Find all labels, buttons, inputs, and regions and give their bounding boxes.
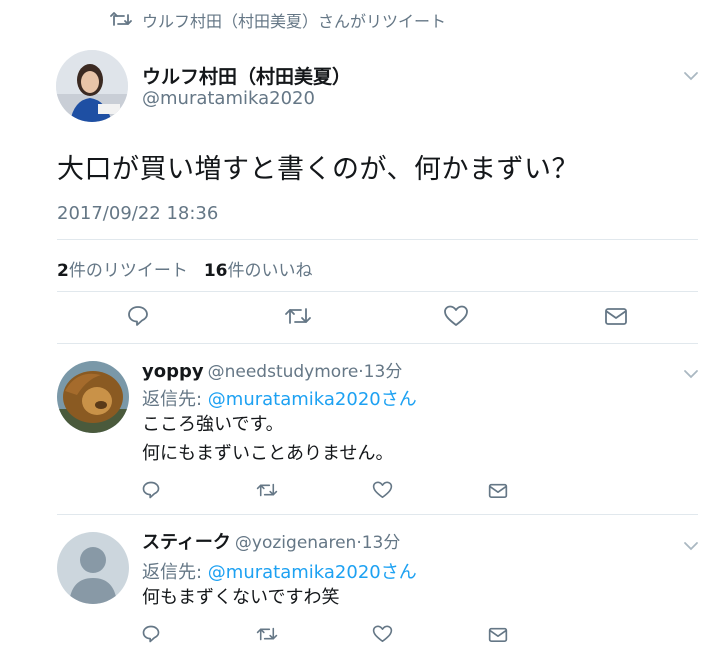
reply-button[interactable] xyxy=(139,478,163,502)
dm-icon xyxy=(488,627,508,642)
reply-button[interactable] xyxy=(124,302,152,330)
reply-text-line: こころ強いです。 xyxy=(142,414,284,435)
like-count-label: 件のいいね xyxy=(227,261,313,281)
reply-action-bar xyxy=(0,478,722,508)
retweet-context-text: ウルフ村田（村田美夏）さんがリツイート xyxy=(142,12,447,31)
dm-button[interactable] xyxy=(486,622,510,646)
reply-to-line: 返信先: @muratamika2020さん xyxy=(142,558,417,584)
reply-to-label: 返信先: xyxy=(142,389,208,410)
reply-icon xyxy=(142,481,160,499)
retweet-context: ウルフ村田（村田美夏）さんがリツイート xyxy=(110,8,446,32)
retweet-button[interactable] xyxy=(283,302,313,330)
reply-author-name[interactable]: yoppy xyxy=(142,361,204,382)
author-handle[interactable]: @muratamika2020 xyxy=(142,88,315,109)
reply-text-line: 何にもまずいことありません。 xyxy=(142,443,394,464)
reply-button[interactable] xyxy=(139,622,163,646)
chevron-down-icon[interactable] xyxy=(683,364,699,383)
avatar[interactable] xyxy=(56,50,128,122)
retweet-icon xyxy=(256,627,278,641)
reply-author-handle[interactable]: @needstudymore xyxy=(208,362,359,382)
reply-action-bar xyxy=(0,622,722,652)
like-button[interactable] xyxy=(442,302,470,330)
reply-icon xyxy=(142,625,160,643)
divider xyxy=(57,343,698,344)
tweet-timestamp[interactable]: 2017/09/22 18:36 xyxy=(57,203,218,224)
retweet-button[interactable] xyxy=(254,478,280,502)
retweet-icon xyxy=(285,308,311,324)
reply-to-mention[interactable]: @muratamika2020さん xyxy=(208,389,417,410)
retweet-icon xyxy=(110,12,132,28)
reply-to-line: 返信先: @muratamika2020さん xyxy=(142,385,417,411)
divider xyxy=(57,291,698,292)
author-name[interactable]: ウルフ村田（村田美夏） xyxy=(142,62,351,89)
retweet-icon xyxy=(256,483,278,497)
reply-icon xyxy=(128,306,148,326)
divider xyxy=(57,239,698,240)
reply-header: スティーク @yozigenaren·13分 xyxy=(142,528,400,554)
reply-to-label: 返信先: xyxy=(142,562,208,583)
dm-icon xyxy=(605,308,627,325)
reply-author-handle[interactable]: @yozigenaren xyxy=(235,533,356,553)
reply-to-mention[interactable]: @muratamika2020さん xyxy=(208,562,417,583)
like-button[interactable] xyxy=(370,478,394,502)
like-icon xyxy=(372,481,392,499)
retweet-count: 2 xyxy=(57,261,69,281)
dm-icon xyxy=(488,483,508,498)
retweet-button[interactable] xyxy=(254,622,280,646)
divider xyxy=(57,514,698,515)
tweet-stats: 2件のリツイート 16件のいいね xyxy=(57,256,313,281)
like-stat[interactable]: 16件のいいね xyxy=(204,256,313,281)
reply-author-name[interactable]: スティーク xyxy=(142,532,231,553)
dm-button[interactable] xyxy=(486,478,510,502)
reply-text-line: 何もまずくないですわ笑 xyxy=(142,587,340,608)
retweet-count-label: 件のリツイート xyxy=(68,261,188,281)
reply-text: こころ強いです。 何にもまずいことありません。 xyxy=(142,410,393,468)
like-count: 16 xyxy=(203,261,228,281)
like-icon xyxy=(372,625,392,643)
tweet-text: 大口が買い増すと書くのが、何かまずい？ xyxy=(57,154,579,185)
main-action-bar xyxy=(0,302,722,332)
chevron-down-icon[interactable] xyxy=(683,66,699,85)
retweet-stat[interactable]: 2件のリツイート xyxy=(57,256,188,281)
reply-header: yoppy @needstudymore·13分 xyxy=(142,357,402,382)
like-button[interactable] xyxy=(370,622,394,646)
avatar[interactable] xyxy=(57,532,129,604)
avatar[interactable] xyxy=(57,361,129,433)
reply-time[interactable]: ·13分 xyxy=(356,533,400,553)
dm-button[interactable] xyxy=(602,302,630,330)
reply-time[interactable]: ·13分 xyxy=(358,362,402,382)
reply-text: 何もまずくないですわ笑 xyxy=(142,583,339,612)
chevron-down-icon[interactable] xyxy=(683,536,699,555)
like-icon xyxy=(444,305,468,326)
